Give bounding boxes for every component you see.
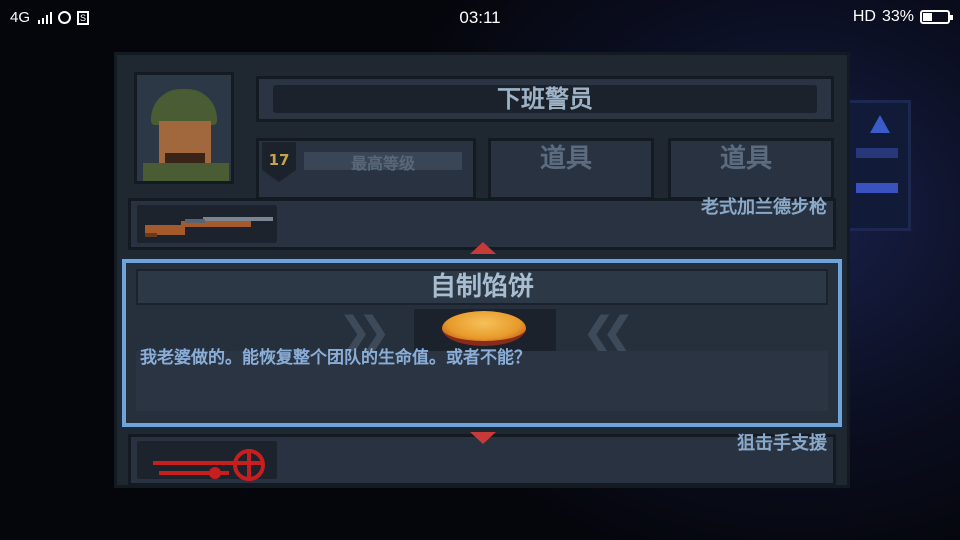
level-label: 最高等级 bbox=[350, 154, 415, 173]
sniper-scope-icon bbox=[153, 449, 265, 481]
item-detail-popup[interactable]: 自制馅饼 ❯❯ ❮❮ 我老婆做的。能恢复整个团队的生命值。或者不能？ bbox=[122, 259, 842, 427]
weapon-name: 老式加兰德步枪 bbox=[701, 197, 827, 218]
status-bar: 4G S 03:11 HD 33% bbox=[0, 0, 960, 36]
item-description: 我老婆做的。能恢复整个团队的生命值。或者不能？ bbox=[140, 348, 531, 368]
battery-icon bbox=[920, 10, 953, 24]
scroll-down-arrow-icon[interactable] bbox=[470, 432, 496, 444]
scroll-up-arrow-icon[interactable] bbox=[470, 242, 496, 254]
character-name-bar: 下班警员 bbox=[256, 76, 834, 122]
support-icon-frame bbox=[137, 441, 277, 481]
item-slot-2-title: 道具 bbox=[720, 144, 773, 174]
battery-percent: 33% bbox=[881, 8, 914, 25]
item-slot-1-title: 道具 bbox=[540, 144, 593, 174]
item-title: 自制馅饼 bbox=[136, 269, 828, 305]
weapon-icon-frame bbox=[137, 205, 277, 243]
character-portrait[interactable] bbox=[134, 72, 234, 184]
background-sign bbox=[845, 100, 911, 231]
support-name: 狙击手支援 bbox=[737, 433, 827, 454]
clock: 03:11 bbox=[459, 8, 501, 27]
rifle-icon bbox=[145, 217, 273, 237]
pie-icon bbox=[442, 311, 526, 346]
character-name: 下班警员 bbox=[273, 85, 817, 113]
hd-indicator: HD bbox=[852, 8, 876, 25]
